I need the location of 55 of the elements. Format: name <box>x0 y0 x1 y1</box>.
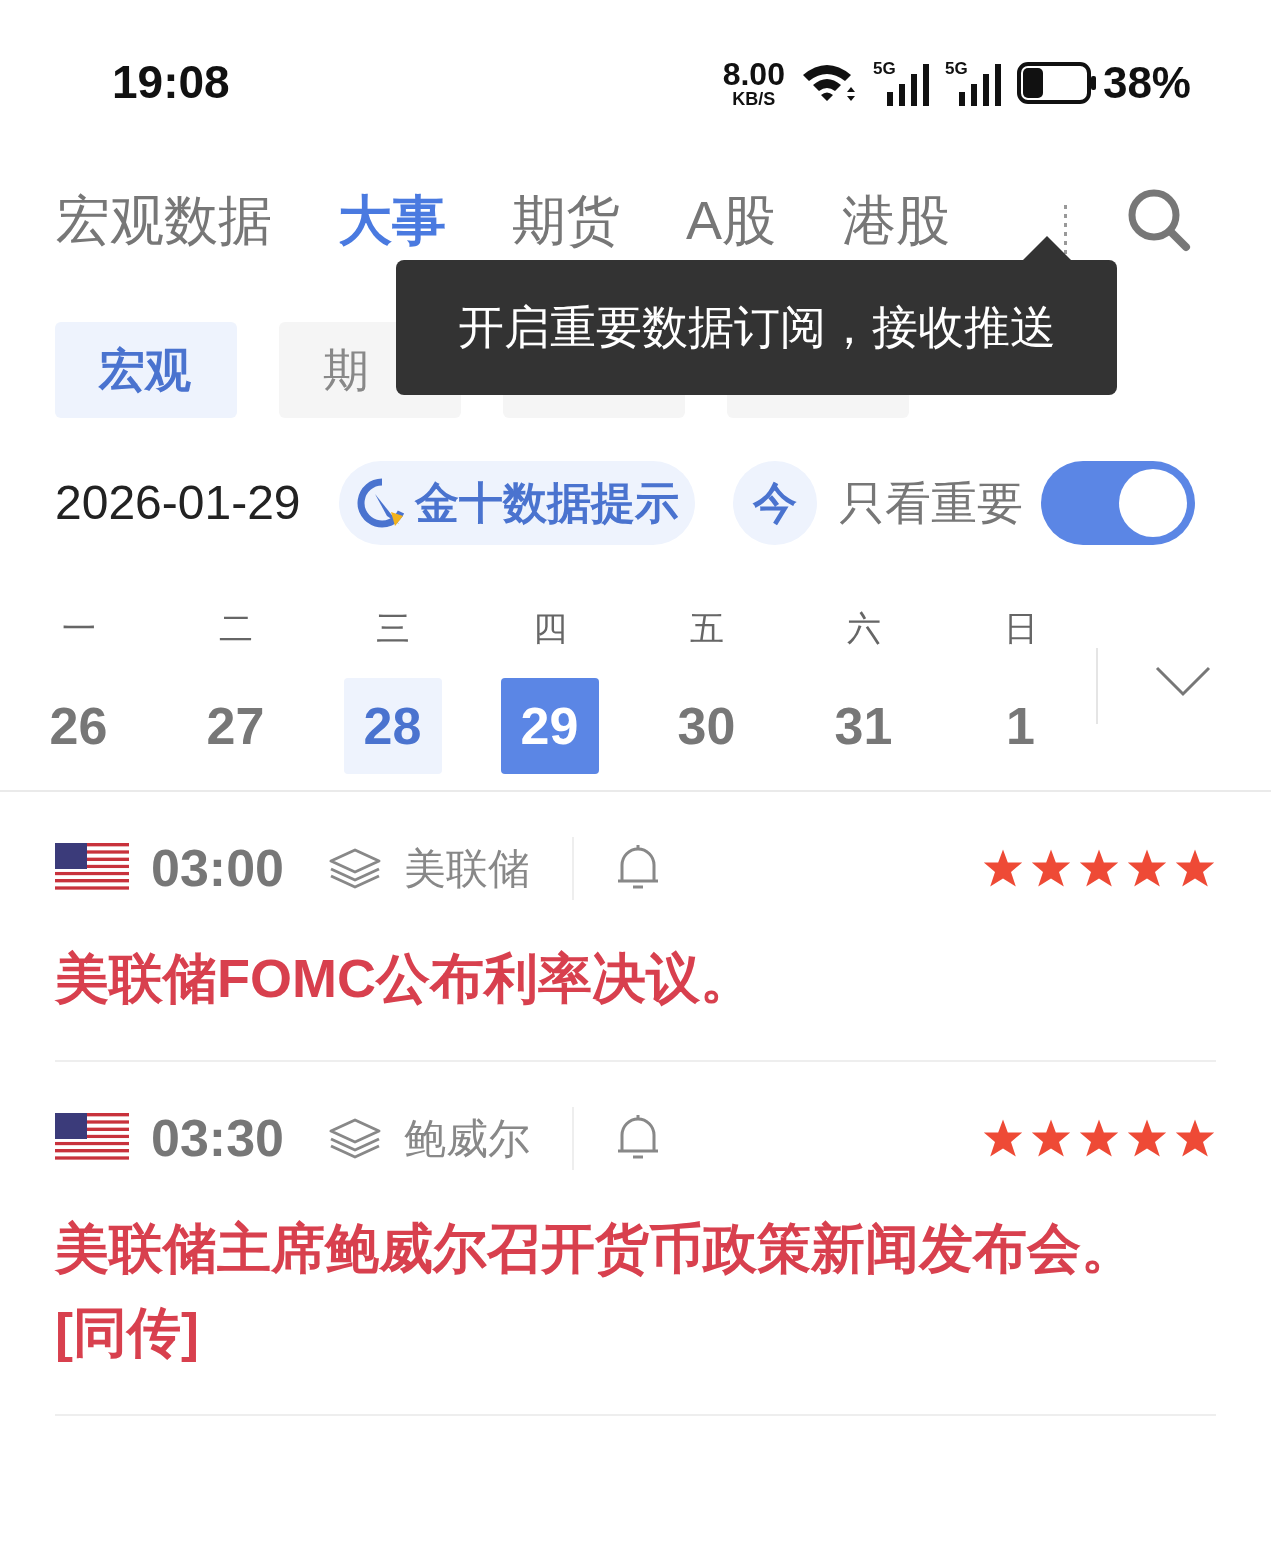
weekday-label: 五 <box>688 608 725 649</box>
today-button[interactable]: 今 <box>732 461 817 545</box>
calendar-day[interactable]: 31 <box>814 678 913 774</box>
category-tab[interactable]: A股 <box>686 193 777 247</box>
filter-tab[interactable]: 宏观 <box>55 322 237 418</box>
weekday-label: 六 <box>845 608 882 649</box>
network-type: 5G <box>872 59 896 77</box>
star-icon <box>1126 848 1168 888</box>
tooltip-arrow <box>1022 236 1072 261</box>
battery-icon <box>1016 61 1097 104</box>
star-icon <box>1174 1118 1216 1158</box>
star-icon <box>1030 848 1072 888</box>
category-tab[interactable]: 期货 <box>512 193 620 247</box>
star-icon <box>1078 848 1120 888</box>
status-time: 19:08 <box>112 55 230 110</box>
star-icon <box>1174 848 1216 888</box>
event-time: 03:30 <box>151 1108 284 1169</box>
category-tab[interactable]: 港股 <box>842 193 951 247</box>
layers-icon <box>328 1117 382 1159</box>
weekday-label: 二 <box>217 608 254 649</box>
network-speed: 8.00 <box>722 57 785 90</box>
us-flag-icon <box>55 843 129 893</box>
event-time: 03:00 <box>151 838 284 899</box>
calendar-day[interactable]: 28 <box>343 678 442 774</box>
date-label: 2026-01-29 <box>55 475 301 531</box>
weekday-label: 四 <box>531 608 568 649</box>
calendar-day[interactable]: 1 <box>971 678 1070 774</box>
network-type: 5G <box>944 59 968 77</box>
search-icon[interactable] <box>1126 187 1192 253</box>
speed-unit: KB/S <box>732 89 776 108</box>
star-icon <box>1078 1118 1120 1158</box>
star-icon <box>982 848 1024 888</box>
subscription-tooltip: 开启重要数据订阅，接收推送 <box>396 260 1117 395</box>
toggle-label: 只看重要 <box>838 475 1023 531</box>
weekday-label: 一 <box>60 608 97 649</box>
category-tab[interactable]: 宏观数据 <box>56 193 272 247</box>
star-icon <box>1030 1118 1072 1158</box>
calendar-day[interactable]: 30 <box>657 678 756 774</box>
calendar-day[interactable]: 27 <box>186 678 285 774</box>
weekday-label: 三 <box>374 608 411 649</box>
star-icon <box>982 1118 1024 1158</box>
event-title: 美联储主席鲍威尔召开货币政策新闻发布会。[同传] <box>55 1217 1136 1364</box>
expand-chevron-icon[interactable] <box>1155 666 1211 698</box>
star-icon <box>1126 1118 1168 1158</box>
data-tips-button[interactable]: 金十数据提示 <box>338 461 695 545</box>
event-source: 鲍威尔 <box>404 1106 574 1170</box>
battery-percent: 38% <box>1102 56 1191 109</box>
weekday-label: 日 <box>1002 608 1039 649</box>
us-flag-icon <box>55 1113 129 1163</box>
event-title: 美联储FOMC公布利率决议。 <box>55 947 755 1010</box>
category-tab[interactable]: 大事 <box>338 193 446 247</box>
calendar-day[interactable]: 26 <box>29 678 128 774</box>
calendar-day[interactable]: 29 <box>500 678 599 774</box>
layers-icon <box>328 847 382 889</box>
event-source: 美联储 <box>404 836 574 900</box>
